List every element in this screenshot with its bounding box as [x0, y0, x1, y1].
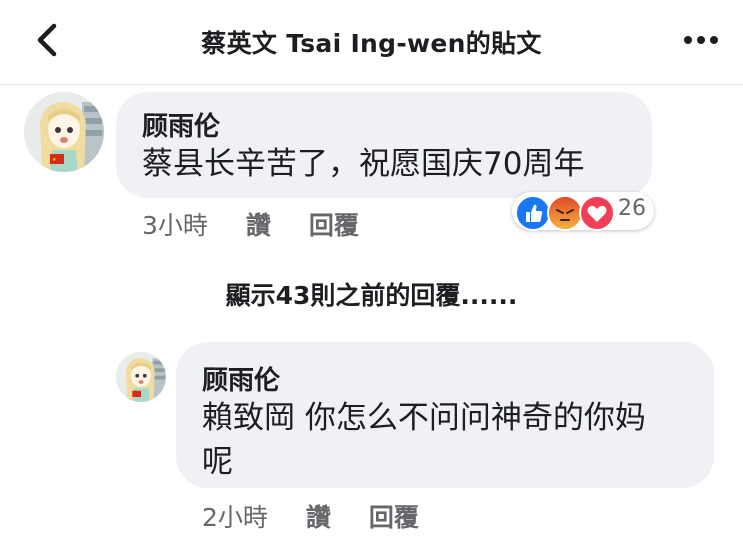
- comment-text: 蔡县长辛苦了，祝愿国庆70周年: [142, 146, 585, 182]
- like-button[interactable]: 讚: [246, 211, 271, 240]
- comment-author[interactable]: 顾雨伦: [142, 106, 220, 143]
- reply-bubble: 顾雨伦 賴致岡 你怎么不问问神奇的你妈 呢: [176, 342, 714, 488]
- reaction-summary[interactable]: 26: [512, 192, 654, 231]
- more-dots-icon: [684, 36, 718, 44]
- avatar[interactable]: ★: [24, 92, 104, 172]
- like-icon: [515, 195, 551, 231]
- reply-timestamp[interactable]: 2小時: [202, 503, 268, 532]
- reply-text-line-2: 呢: [202, 444, 233, 480]
- comment-bubble: 顾雨伦 蔡县长辛苦了，祝愿国庆70周年: [116, 92, 652, 198]
- show-previous-replies-link[interactable]: 顯示43則之前的回覆......: [0, 276, 743, 312]
- avatar-image: [116, 352, 166, 402]
- reply-meta: 2小時 讚 回覆: [202, 498, 419, 534]
- avatar-image: ★: [24, 92, 104, 172]
- reply-avatar[interactable]: [116, 352, 166, 402]
- reply-reply-button[interactable]: 回覆: [369, 503, 419, 532]
- reply-button[interactable]: 回覆: [309, 211, 359, 240]
- reply-like-button[interactable]: 讚: [306, 503, 331, 532]
- top-bar: 蔡英文 Tsai Ing-wen的貼文: [0, 0, 743, 85]
- reaction-count: 26: [618, 196, 646, 221]
- comment-meta: 3小時 讚 回覆: [142, 206, 359, 242]
- angry-icon: [547, 195, 583, 231]
- comment-timestamp[interactable]: 3小時: [142, 211, 208, 240]
- love-icon: [579, 195, 615, 231]
- svg-text:★: ★: [52, 157, 57, 163]
- page-title: 蔡英文 Tsai Ing-wen的貼文: [201, 29, 542, 58]
- more-options-button[interactable]: [680, 28, 724, 52]
- reply-text-line-1: 賴致岡 你怎么不问问神奇的你妈: [202, 400, 646, 436]
- reply-author[interactable]: 顾雨伦: [202, 360, 280, 397]
